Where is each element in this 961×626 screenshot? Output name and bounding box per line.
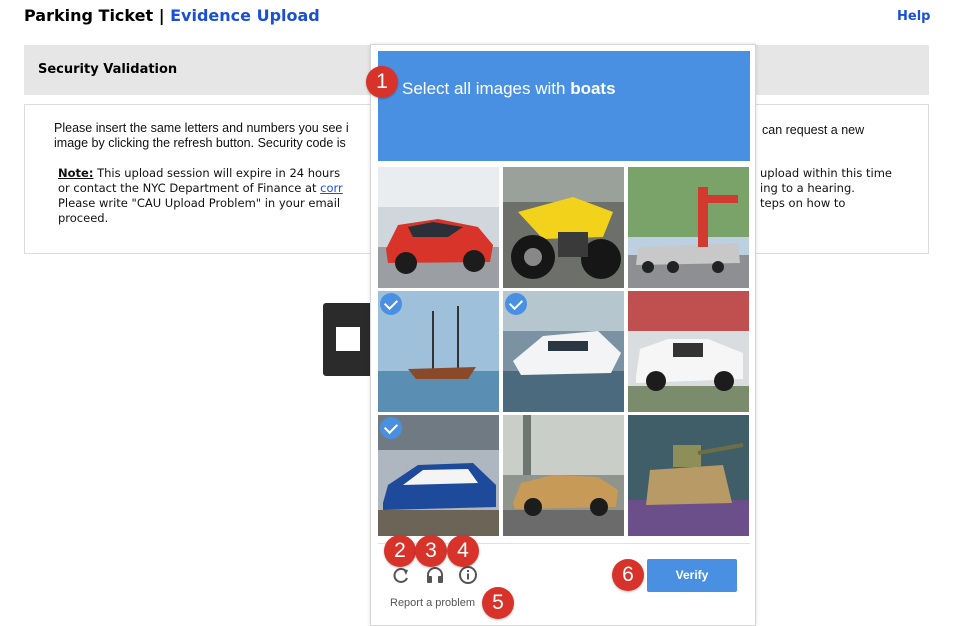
image-tile-tank-model[interactable] <box>628 415 749 536</box>
marker-4: 4 <box>447 535 479 567</box>
instruction-right: can request a new <box>762 123 865 137</box>
page-header: Parking Ticket | Evidence Upload <box>24 6 320 25</box>
marker-1: 1 <box>366 66 398 98</box>
help-link[interactable]: Help <box>897 9 930 24</box>
image-tile-crane[interactable] <box>628 167 749 288</box>
captcha-box <box>336 327 360 351</box>
refresh-icon[interactable] <box>390 564 412 586</box>
image-tile-motorcycle[interactable] <box>503 167 624 288</box>
headphones-icon[interactable] <box>424 564 446 586</box>
pickup-image <box>628 291 749 412</box>
image-tile-hovercraft[interactable] <box>378 415 499 536</box>
note-text: Note: This upload session will expire in… <box>58 166 378 226</box>
note-right-3: teps on how to <box>760 196 846 210</box>
report-problem-link[interactable]: Report a problem <box>390 597 475 609</box>
tank-model-image <box>628 415 749 536</box>
selected-check-icon <box>380 417 402 439</box>
verify-button[interactable]: Verify <box>647 559 737 592</box>
car-image <box>378 167 499 288</box>
image-tile-car[interactable] <box>378 167 499 288</box>
note-label: Note: <box>58 166 94 180</box>
note-right-2: ing to a hearing. <box>760 181 855 195</box>
selected-check-icon <box>505 293 527 315</box>
section-title: Security Validation <box>38 62 178 77</box>
page-subtitle: Evidence Upload <box>170 6 320 25</box>
image-tile-pickup[interactable] <box>628 291 749 412</box>
motorcycle-image <box>503 167 624 288</box>
note-line-4: proceed. <box>58 211 109 225</box>
marker-6: 6 <box>612 559 644 591</box>
info-icon[interactable] <box>457 564 479 586</box>
email-link[interactable]: corr <box>320 181 343 195</box>
note-line-3: Please write "CAU Upload Problem" in you… <box>58 196 341 210</box>
page-title: Parking Ticket <box>24 6 154 25</box>
selected-check-icon <box>380 293 402 315</box>
challenge-header: Select all images with boats <box>378 51 750 161</box>
note-right: upload within this time ing to a hearing… <box>760 166 930 211</box>
note-right-1: upload within this time <box>760 166 892 180</box>
image-grid <box>378 167 750 537</box>
crane-image <box>628 167 749 288</box>
note-line-2: or contact the NYC Department of Finance… <box>58 181 317 195</box>
title-separator: | <box>158 6 165 25</box>
image-tile-sailboat[interactable] <box>378 291 499 412</box>
prompt-target: boats <box>570 79 616 98</box>
prompt-prefix: Select all images with <box>402 79 566 98</box>
image-tile-vintage-car[interactable] <box>503 415 624 536</box>
image-tile-yacht[interactable] <box>503 291 624 412</box>
vintage-car-image <box>503 415 624 536</box>
marker-3: 3 <box>415 535 447 567</box>
marker-2: 2 <box>384 535 416 567</box>
marker-5: 5 <box>482 587 514 619</box>
note-line-1: This upload session will expire in 24 ho… <box>97 166 341 180</box>
challenge-prompt: Select all images with boats <box>402 79 616 99</box>
